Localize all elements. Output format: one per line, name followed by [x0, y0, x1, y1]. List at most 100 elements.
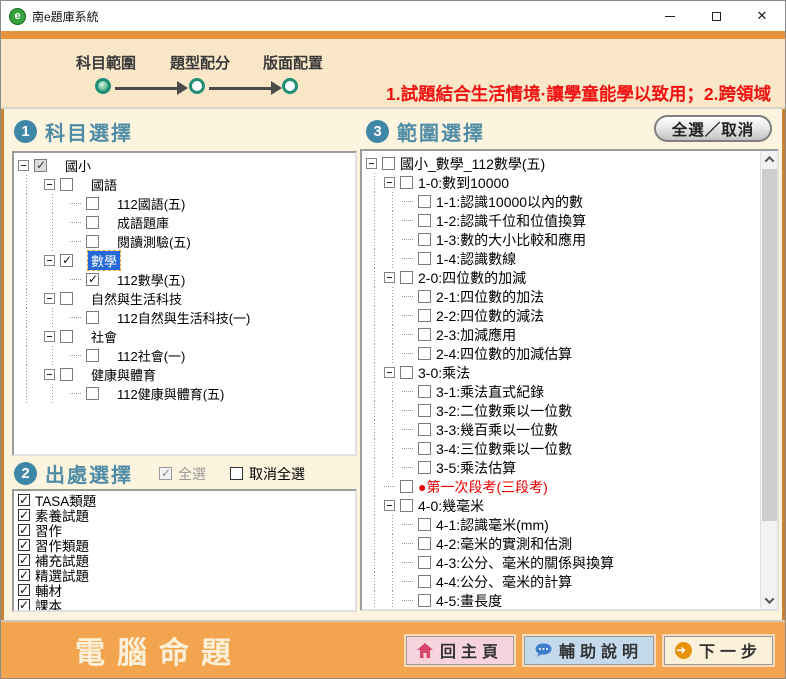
tree-label[interactable]: 112健康與體育(五) — [114, 384, 227, 403]
tree-checkbox[interactable] — [418, 575, 431, 588]
select-all-toggle-button[interactable]: 全選／取消 — [654, 115, 772, 142]
scroll-up-button[interactable] — [761, 151, 778, 168]
help-button[interactable]: 輔助說明 — [524, 636, 654, 665]
tree-label[interactable]: 閱讀測驗(五) — [114, 232, 194, 251]
tree-label[interactable]: 4-1:認識毫米(mm) — [433, 515, 552, 535]
tree-label[interactable]: 3-0:乘法 — [415, 363, 473, 383]
expand-toggle[interactable] — [44, 293, 55, 304]
tree-label[interactable]: 自然與生活科技 — [88, 289, 185, 308]
tree-checkbox[interactable] — [418, 252, 431, 265]
tree-item[interactable]: 2-2:四位數的減法 — [366, 306, 759, 325]
tree-label[interactable]: 4-0:幾毫米 — [415, 496, 487, 516]
tree-item[interactable]: 1-0:數到10000 — [366, 173, 759, 192]
tree-item[interactable]: 3-2:二位數乘以一位數 — [366, 401, 759, 420]
tree-label[interactable]: 112國語(五) — [114, 194, 188, 213]
tree-label[interactable]: 112數學(五) — [114, 270, 188, 289]
tree-checkbox[interactable] — [418, 290, 431, 303]
tree-item[interactable]: 112數學(五) — [18, 270, 355, 289]
tree-item[interactable]: 4-2:毫米的實測和估測 — [366, 534, 759, 553]
tree-label[interactable]: 2-4:四位數的加減估算 — [433, 344, 575, 364]
tree-item[interactable]: 社會 — [18, 327, 355, 346]
tree-label[interactable]: ●第一次段考(三段考) — [415, 477, 551, 497]
tree-checkbox[interactable] — [86, 311, 99, 324]
expand-toggle[interactable] — [44, 331, 55, 342]
tree-label[interactable]: 1-3:數的大小比較和應用 — [433, 230, 589, 250]
source-item[interactable]: 精選試題 — [18, 567, 355, 582]
tree-item[interactable]: 2-3:加減應用 — [366, 325, 759, 344]
tree-checkbox[interactable] — [418, 309, 431, 322]
tree-item[interactable]: 4-6:長度的應用 — [366, 610, 759, 611]
tree-item[interactable]: 成語題庫 — [18, 213, 355, 232]
source-checkbox[interactable] — [18, 494, 30, 506]
expand-toggle[interactable] — [18, 160, 29, 171]
expand-toggle[interactable] — [44, 255, 55, 266]
tree-checkbox[interactable] — [418, 385, 431, 398]
tree-label[interactable]: 1-2:認識千位和位值換算 — [433, 211, 589, 231]
tree-label[interactable]: 2-3:加減應用 — [433, 325, 519, 345]
source-checkbox[interactable] — [18, 599, 30, 611]
deselect-all-checkbox-group[interactable]: 取消全選 — [230, 464, 305, 484]
select-all-checkbox-group[interactable]: 全選 — [159, 464, 206, 484]
tree-label[interactable]: 3-3:幾百乘以一位數 — [433, 420, 561, 440]
tree-item[interactable]: 國小_數學_112數學(五) — [366, 154, 759, 173]
tree-label[interactable]: 國小_數學_112數學(五) — [397, 154, 548, 174]
close-button[interactable]: ✕ — [739, 1, 785, 31]
tree-label[interactable]: 1-1:認識10000以內的數 — [433, 192, 586, 212]
tree-item[interactable]: 3-5:乘法估算 — [366, 458, 759, 477]
tree-item[interactable]: 自然與生活科技 — [18, 289, 355, 308]
home-button[interactable]: 回主頁 — [406, 636, 514, 665]
tree-label[interactable]: 2-0:四位數的加減 — [415, 268, 529, 288]
expand-toggle[interactable] — [44, 179, 55, 190]
tree-checkbox[interactable] — [418, 518, 431, 531]
select-all-checkbox[interactable] — [159, 467, 172, 480]
tree-item[interactable]: 3-1:乘法直式紀錄 — [366, 382, 759, 401]
tree-checkbox[interactable] — [400, 499, 413, 512]
expand-toggle[interactable] — [384, 272, 395, 283]
tree-item[interactable]: 健康與體育 — [18, 365, 355, 384]
scroll-down-button[interactable] — [761, 592, 778, 609]
deselect-all-checkbox[interactable] — [230, 467, 243, 480]
tree-label[interactable]: 3-4:三位數乘以一位數 — [433, 439, 575, 459]
tree-label[interactable]: 112社會(一) — [114, 346, 188, 365]
tree-item[interactable]: 2-4:四位數的加減估算 — [366, 344, 759, 363]
scrollbar-thumb[interactable] — [762, 169, 777, 521]
tree-checkbox[interactable] — [400, 176, 413, 189]
tree-checkbox[interactable] — [86, 197, 99, 210]
tree-item[interactable]: 3-3:幾百乘以一位數 — [366, 420, 759, 439]
tree-label[interactable]: 3-1:乘法直式紀錄 — [433, 382, 547, 402]
tree-checkbox[interactable] — [418, 233, 431, 246]
maximize-button[interactable] — [693, 1, 739, 31]
tree-checkbox[interactable] — [400, 366, 413, 379]
expand-toggle[interactable] — [384, 177, 395, 188]
tree-label[interactable]: 4-4:公分、毫米的計算 — [433, 572, 575, 592]
tree-item[interactable]: 數學 — [18, 251, 355, 270]
tree-checkbox[interactable] — [34, 159, 47, 172]
tree-item[interactable]: 2-0:四位數的加減 — [366, 268, 759, 287]
tree-item[interactable]: 1-4:認識數線 — [366, 249, 759, 268]
tree-checkbox[interactable] — [400, 271, 413, 284]
tree-checkbox[interactable] — [418, 347, 431, 360]
scrollbar[interactable] — [760, 151, 777, 609]
source-checkbox[interactable] — [18, 509, 30, 521]
tree-label[interactable]: 4-3:公分、毫米的關係與換算 — [433, 553, 617, 573]
tree-item[interactable]: 4-5:畫長度 — [366, 591, 759, 610]
tree-item[interactable]: 4-1:認識毫米(mm) — [366, 515, 759, 534]
tree-label[interactable]: 2-2:四位數的減法 — [433, 306, 547, 326]
expand-toggle[interactable] — [384, 500, 395, 511]
minimize-button[interactable] — [647, 1, 693, 31]
tree-item[interactable]: 1-2:認識千位和位值換算 — [366, 211, 759, 230]
tree-item[interactable]: 4-0:幾毫米 — [366, 496, 759, 515]
tree-checkbox[interactable] — [400, 480, 413, 493]
tree-checkbox[interactable] — [60, 330, 73, 343]
tree-item[interactable]: 112健康與體育(五) — [18, 384, 355, 403]
source-checkbox[interactable] — [18, 584, 30, 596]
tree-label[interactable]: 成語題庫 — [114, 213, 172, 232]
tree-item[interactable]: 112國語(五) — [18, 194, 355, 213]
tree-checkbox[interactable] — [418, 556, 431, 569]
tree-checkbox[interactable] — [382, 157, 395, 170]
tree-label[interactable]: 3-5:乘法估算 — [433, 458, 519, 478]
tree-label[interactable]: 4-6:長度的應用 — [433, 610, 533, 612]
source-checkbox[interactable] — [18, 539, 30, 551]
tree-label[interactable]: 3-2:二位數乘以一位數 — [433, 401, 575, 421]
tree-checkbox[interactable] — [86, 235, 99, 248]
